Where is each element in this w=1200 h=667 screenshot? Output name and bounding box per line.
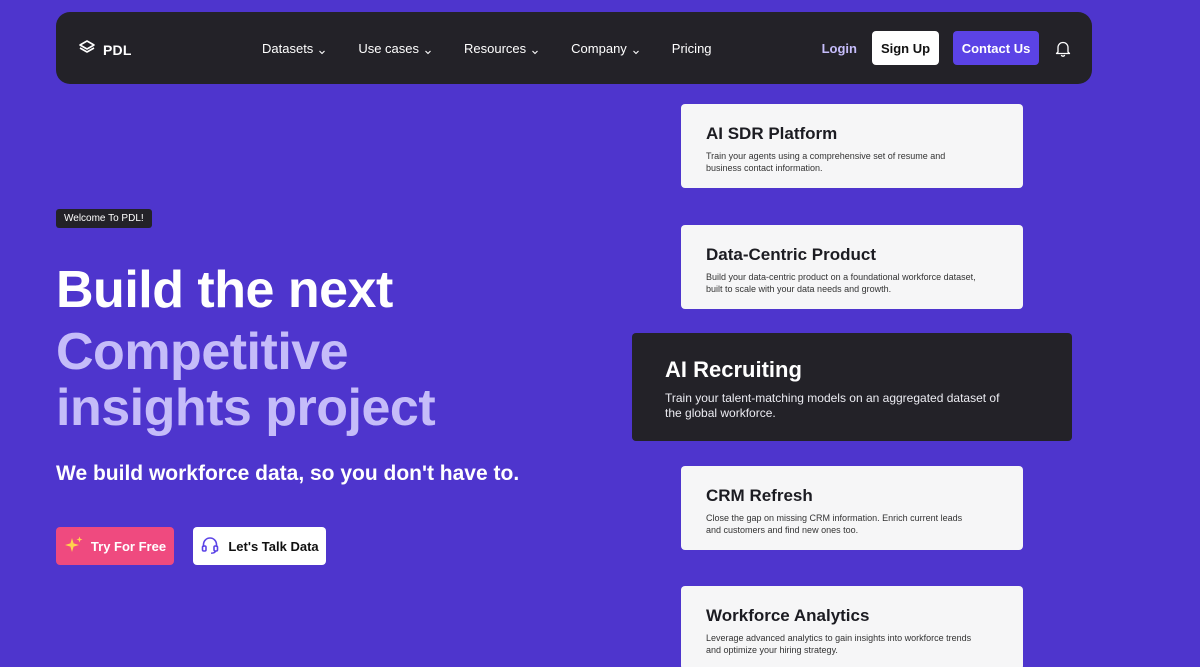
navbar: PDL Datasets Use cases Resources Company… <box>56 12 1092 84</box>
chevron-down-icon <box>424 44 432 55</box>
card-title: Workforce Analytics <box>706 606 870 625</box>
card-title: CRM Refresh <box>706 486 813 505</box>
lets-talk-data-button[interactable]: Let's Talk Data <box>193 527 326 565</box>
nav-item-use-cases[interactable]: Use cases <box>358 41 432 56</box>
brand-logo[interactable]: PDL <box>78 39 132 60</box>
nav-item-resources[interactable]: Resources <box>464 41 539 56</box>
hero-headline-line-3: insights project <box>56 379 436 437</box>
headset-icon <box>200 535 220 558</box>
nav-item-label: Resources <box>464 40 527 56</box>
card-description: Leverage advanced analytics to gain insi… <box>706 633 972 655</box>
welcome-badge: Welcome To PDL! <box>56 209 152 228</box>
sparkle-icon <box>64 535 84 558</box>
nav-item-pricing[interactable]: Pricing <box>672 41 712 56</box>
hero-headline-line-2: Competitive <box>56 323 349 381</box>
chevron-down-icon <box>531 44 539 55</box>
brand-name: PDL <box>103 41 132 58</box>
lets-talk-data-label: Let's Talk Data <box>228 538 319 554</box>
nav-item-label: Company <box>571 40 627 56</box>
page: PDL Datasets Use cases Resources Company… <box>0 0 1200 667</box>
bell-icon[interactable] <box>1054 39 1072 57</box>
pdl-logo-icon <box>78 39 96 60</box>
try-for-free-button[interactable]: Try For Free <box>56 527 174 565</box>
card-description: Train your talent-matching models on an … <box>665 391 1000 420</box>
sign-up-button[interactable]: Sign Up <box>872 31 939 65</box>
nav-item-datasets[interactable]: Datasets <box>262 41 326 56</box>
nav-item-label: Pricing <box>671 40 712 56</box>
use-case-card-ai-sdr-platform[interactable]: AI SDR Platform Train your agents using … <box>681 104 1023 188</box>
use-case-card-ai-recruiting[interactable]: AI Recruiting Train your talent-matching… <box>632 333 1072 441</box>
card-title: AI Recruiting <box>665 357 802 382</box>
use-case-card-crm-refresh[interactable]: CRM Refresh Close the gap on missing CRM… <box>681 466 1023 550</box>
card-title: AI SDR Platform <box>706 124 838 143</box>
use-case-card-data-centric-product[interactable]: Data-Centric Product Build your data-cen… <box>681 225 1023 309</box>
nav-item-company[interactable]: Company <box>571 41 640 56</box>
contact-us-button[interactable]: Contact Us <box>953 31 1039 65</box>
try-for-free-label: Try For Free <box>90 538 167 554</box>
hero-tagline: We build workforce data, so you don't ha… <box>56 462 520 485</box>
main-nav: Datasets Use cases Resources Company Pri… <box>262 12 744 84</box>
card-description: Build your data-centric product on a fou… <box>706 272 976 294</box>
nav-item-label: Datasets <box>262 40 314 56</box>
login-link[interactable]: Login <box>822 41 857 56</box>
card-description: Train your agents using a comprehensive … <box>706 151 946 173</box>
chevron-down-icon <box>318 44 326 55</box>
card-title: Data-Centric Product <box>706 245 877 264</box>
hero-headline-line-1: Build the next <box>56 261 393 319</box>
card-description: Close the gap on missing CRM information… <box>706 513 963 535</box>
nav-actions: Login Sign Up Contact Us <box>822 12 1072 84</box>
nav-item-label: Use cases <box>358 40 420 56</box>
use-case-card-workforce-analytics[interactable]: Workforce Analytics Leverage advanced an… <box>681 586 1023 667</box>
chevron-down-icon <box>632 44 640 55</box>
